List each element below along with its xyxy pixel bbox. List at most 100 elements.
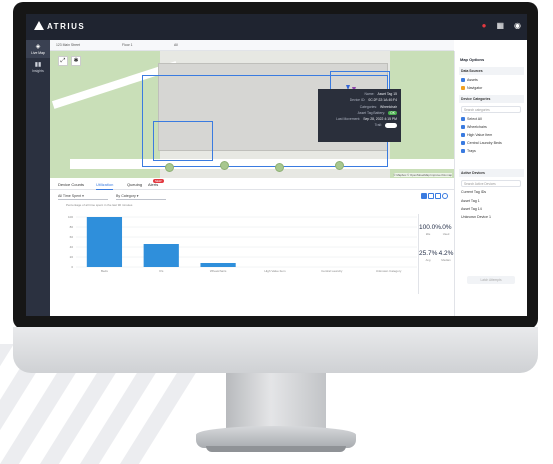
device-popup: Name: Asset Tag 15 Device ID: 0C:2F:22:1A:…	[318, 89, 401, 142]
popup-key: Trail:	[374, 123, 382, 128]
active-devices-search-input[interactable]: Search Active Devices	[461, 180, 521, 187]
settings-icon[interactable]: ✱	[71, 56, 81, 66]
brand-logo[interactable]: ATRIUS	[34, 21, 85, 31]
time-select-value: All Time Spent	[58, 194, 82, 198]
group-select-value: By Category	[116, 194, 136, 198]
live-map[interactable]: ⤢ ✱ Name: Asset Tag 15 Device ID: 0C:2F:22…	[50, 51, 454, 178]
chart-type-toggles	[421, 193, 448, 199]
category-item[interactable]: Trays	[461, 149, 476, 153]
device-item[interactable]: Asset Tag 14	[461, 207, 482, 211]
data-sources-header[interactable]: Data Sources	[459, 67, 524, 75]
monitor-stand-base	[206, 446, 346, 452]
popup-key: Device ID:	[349, 98, 366, 103]
filter-bar: 123 Main Street Floor 1 All	[50, 40, 454, 51]
stat-used: .0% Used	[437, 224, 455, 236]
popup-row: Last Movement: Sep 28, 2022 4:15 PM	[322, 117, 397, 121]
popup-row: Trail:	[322, 123, 397, 129]
insight-tabs: Device Counts Utilization Queuing Alerts…	[50, 178, 454, 190]
stat-avg: 25.7% Avg	[419, 250, 437, 262]
line-chart-icon[interactable]	[428, 193, 434, 199]
nav-item-insights[interactable]: ▮▮ Insights	[26, 58, 50, 76]
device-item[interactable]: Asset Tag 1	[461, 199, 480, 203]
refresh-icon[interactable]	[442, 193, 448, 199]
stat-idle: 100.0% Idle	[419, 224, 442, 236]
x-tick-label: IVs	[159, 269, 164, 273]
stat-label: Avg	[425, 258, 431, 262]
category-item[interactable]: High Value Item	[461, 133, 492, 137]
user-icon[interactable]: ◉	[514, 21, 521, 30]
popup-row: Categories: Wheelchair	[322, 105, 397, 109]
battery-badge: OK	[388, 110, 397, 115]
category-label: Select All	[467, 117, 482, 121]
popup-value: Wheelchair	[380, 104, 397, 109]
table-icon[interactable]	[435, 193, 441, 199]
source-label: Navigator	[467, 86, 483, 90]
level-select[interactable]: All	[174, 43, 178, 47]
category-label: High Value Item	[467, 133, 493, 137]
stats-panel: 100.0% Idle .0% Used 25.7% Avg 4.2% Median	[418, 214, 454, 294]
time-select[interactable]: All Time Spent ▾	[58, 193, 108, 200]
dashboard-icon[interactable]: ▦	[496, 21, 504, 30]
category-label: Wheelchairs	[467, 125, 487, 129]
marketing-scene: ATRIUS ● ▦ ◉ ◈ Live Map ▮▮ Insights 123 Ma…	[0, 0, 553, 464]
logo-icon	[34, 21, 44, 30]
tab-device-counts[interactable]: Device Counts	[58, 182, 84, 187]
stat-value: 25.7%	[419, 250, 438, 257]
brand-name: ATRIUS	[47, 22, 86, 31]
device-item[interactable]: Unknown Device 1	[461, 215, 491, 219]
map-zone[interactable]	[153, 121, 213, 161]
stat-value: 4.2%	[438, 250, 454, 257]
notification-icon[interactable]: ●	[482, 21, 487, 30]
popup-row: Asset Tag Battery: OK	[322, 110, 397, 115]
source-assets[interactable]: Assets	[461, 78, 478, 82]
category-label: Trays	[467, 149, 476, 153]
popup-value: 0C:2F:22:1A:40:F4	[368, 98, 397, 103]
map-options-panel: Map Options Data Sources Assets Navigato…	[454, 51, 527, 316]
category-item[interactable]: Wheelchairs	[461, 125, 487, 129]
panel-title: Map Options	[460, 57, 485, 62]
group-select[interactable]: By Category ▾	[116, 193, 166, 200]
expand-icon[interactable]: ⤢	[58, 56, 68, 66]
bar[interactable]	[86, 217, 123, 267]
site-select[interactable]: 123 Main Street	[56, 43, 80, 47]
monitor-chin	[13, 327, 538, 373]
category-item[interactable]: Select All	[461, 117, 482, 121]
app-screen: ATRIUS ● ▦ ◉ ◈ Live Map ▮▮ Insights 123 Ma…	[26, 14, 527, 316]
popup-key: Last Movement:	[336, 117, 361, 122]
checkbox-icon	[461, 149, 465, 153]
device-item[interactable]: Current Tag IDs	[461, 190, 486, 194]
chart-controls: All Time Spent ▾ By Category ▾	[50, 190, 454, 202]
device-categories-header[interactable]: Device Categories	[459, 95, 524, 103]
building-select[interactable]: Floor 1	[122, 43, 133, 47]
trail-toggle[interactable]	[385, 123, 397, 129]
device-label: Unknown Device 1	[461, 215, 491, 219]
x-tick-label: High Value Item	[264, 269, 286, 273]
bar[interactable]	[143, 244, 179, 267]
popup-key: Categories:	[359, 104, 378, 109]
bar[interactable]	[200, 263, 236, 267]
x-tick-label: Unknown Category	[376, 269, 402, 273]
categories-search-input[interactable]: Search categories	[461, 106, 521, 113]
tab-utilization[interactable]: Utilization	[96, 182, 114, 190]
stat-label: Idle	[425, 232, 431, 236]
checkbox-icon	[461, 141, 465, 145]
device-label: Current Tag IDs	[461, 190, 487, 194]
nav-item-live-map[interactable]: ◈ Live Map	[26, 40, 50, 58]
popup-key: Name:	[364, 92, 375, 96]
map-tree	[335, 161, 344, 170]
category-label: Central Laundry Beds	[467, 141, 502, 145]
active-devices-header[interactable]: Active Devices	[459, 169, 524, 177]
bar-chart-icon[interactable]	[421, 193, 427, 199]
tab-queuing[interactable]: Queuing	[127, 182, 142, 187]
stat-value: 100.0%	[419, 224, 442, 231]
source-navigator[interactable]: Navigator	[461, 86, 482, 90]
checkbox-icon	[461, 78, 465, 82]
popup-row: Name: Asset Tag 15	[322, 92, 397, 96]
stat-value: .0%	[440, 224, 452, 231]
map-attribution[interactable]: © Mapbox © OpenStreetMap Improve this ma…	[393, 173, 452, 177]
y-tick-label: 60	[70, 235, 74, 239]
category-item[interactable]: Central Laundry Beds	[461, 141, 502, 145]
latch-attempts-button[interactable]: Latch Attempts	[467, 276, 515, 284]
monitor-stand-foot	[196, 426, 356, 448]
device-label: Asset Tag 14	[461, 207, 482, 211]
